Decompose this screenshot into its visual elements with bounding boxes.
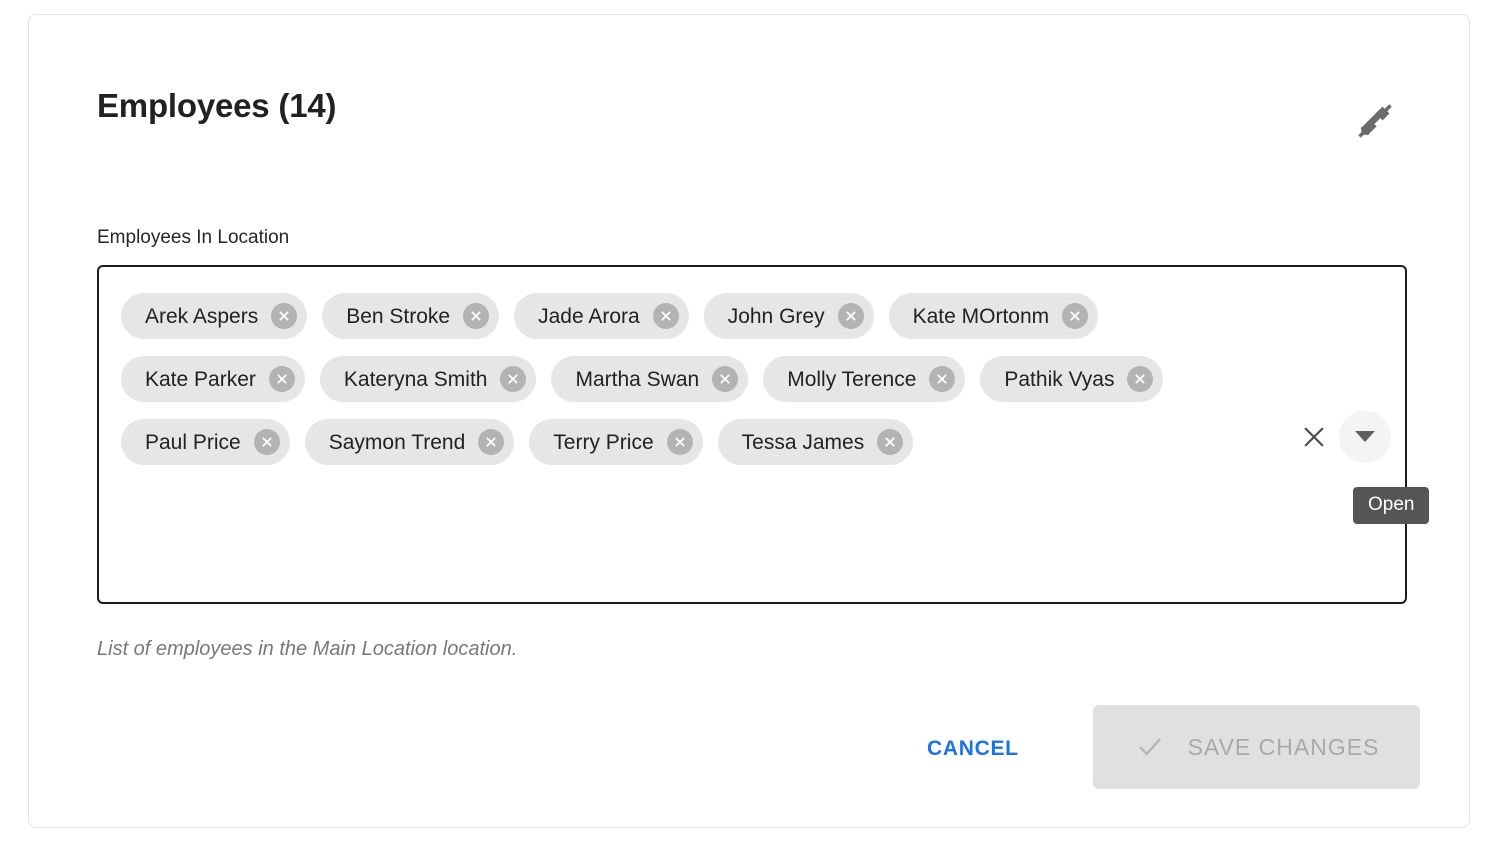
field-hint: List of employees in the Main Location l… xyxy=(97,638,517,661)
employees-dialog: Employees (14) Employees In Location Are… xyxy=(28,14,1470,828)
employee-chip-label: Tessa James xyxy=(742,432,865,453)
employee-chip-label: Kate MOrtonm xyxy=(913,306,1050,327)
employee-chip[interactable]: Saymon Trend xyxy=(305,419,515,465)
page-title: Employees (14) xyxy=(97,87,336,125)
employee-chip-label: Jade Arora xyxy=(538,306,640,327)
employee-chip[interactable]: Paul Price xyxy=(121,419,290,465)
field-actions xyxy=(1295,267,1391,606)
chip-remove-icon[interactable] xyxy=(254,429,280,455)
employee-chip-label: Saymon Trend xyxy=(329,432,466,453)
edit-off-icon[interactable] xyxy=(1347,93,1403,149)
employee-chip-label: Pathik Vyas xyxy=(1004,369,1114,390)
chip-remove-icon[interactable] xyxy=(1062,303,1088,329)
chip-remove-icon[interactable] xyxy=(269,366,295,392)
employee-chip[interactable]: Arek Aspers xyxy=(121,293,307,339)
employee-chip-label: John Grey xyxy=(728,306,825,327)
employee-chip[interactable]: Martha Swan xyxy=(551,356,748,402)
close-icon[interactable] xyxy=(1295,418,1333,456)
save-changes-button[interactable]: SAVE CHANGES xyxy=(1093,705,1420,789)
chip-remove-icon[interactable] xyxy=(653,303,679,329)
employee-chip[interactable]: Jade Arora xyxy=(514,293,689,339)
employee-chip[interactable]: John Grey xyxy=(704,293,874,339)
chip-remove-icon[interactable] xyxy=(271,303,297,329)
employee-chip-label: Martha Swan xyxy=(575,369,699,390)
employee-chip-label: Paul Price xyxy=(145,432,241,453)
employee-chip[interactable]: Kateryna Smith xyxy=(320,356,537,402)
chip-remove-icon[interactable] xyxy=(667,429,693,455)
chip-remove-icon[interactable] xyxy=(500,366,526,392)
chip-remove-icon[interactable] xyxy=(877,429,903,455)
chip-remove-icon[interactable] xyxy=(478,429,504,455)
employee-chip[interactable]: Molly Terence xyxy=(763,356,965,402)
employee-chip-label: Terry Price xyxy=(553,432,653,453)
chip-remove-icon[interactable] xyxy=(838,303,864,329)
chevron-down-icon[interactable] xyxy=(1339,411,1391,463)
employee-chip-label: Ben Stroke xyxy=(346,306,450,327)
employee-chip[interactable]: Terry Price xyxy=(529,419,702,465)
field-label: Employees In Location xyxy=(97,227,289,249)
employee-chip[interactable]: Kate Parker xyxy=(121,356,305,402)
check-icon xyxy=(1134,731,1166,763)
employee-chip-label: Kateryna Smith xyxy=(344,369,488,390)
employee-chip[interactable]: Tessa James xyxy=(718,419,914,465)
employee-chip-label: Molly Terence xyxy=(787,369,916,390)
employee-chip[interactable]: Ben Stroke xyxy=(322,293,499,339)
caret-glyph xyxy=(1355,431,1375,442)
dialog-footer: CANCEL SAVE CHANGES xyxy=(29,705,1469,815)
cancel-button[interactable]: CANCEL xyxy=(909,719,1037,779)
save-changes-label: SAVE CHANGES xyxy=(1188,734,1380,761)
employee-chip-label: Kate Parker xyxy=(145,369,256,390)
chip-remove-icon[interactable] xyxy=(929,366,955,392)
dialog-header: Employees (14) xyxy=(29,15,1469,165)
employee-chip[interactable]: Pathik Vyas xyxy=(980,356,1163,402)
chips-container: Arek Aspers Ben Stroke Jade Arora John Grey… xyxy=(121,293,1261,465)
employee-chip-label: Arek Aspers xyxy=(145,306,258,327)
employees-chips-field[interactable]: Arek Aspers Ben Stroke Jade Arora John Grey… xyxy=(97,265,1407,604)
chip-remove-icon[interactable] xyxy=(1127,366,1153,392)
open-tooltip: Open xyxy=(1353,487,1429,524)
chip-remove-icon[interactable] xyxy=(712,366,738,392)
employee-chip[interactable]: Kate MOrtonm xyxy=(889,293,1099,339)
chip-remove-icon[interactable] xyxy=(463,303,489,329)
